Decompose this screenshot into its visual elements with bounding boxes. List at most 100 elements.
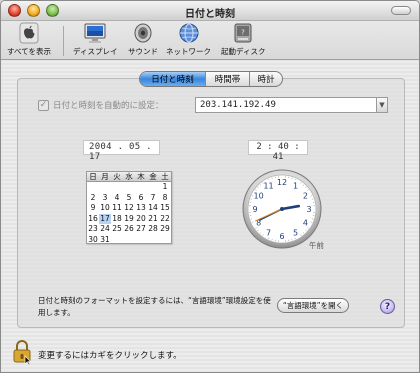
- clock-numeral: 1: [293, 182, 298, 191]
- calendar-day[interactable]: 31: [99, 235, 111, 246]
- auto-set-row: ✓ 日付と時刻を自動的に設定：: [38, 99, 164, 111]
- calendar-week-row: 16 17 18 19 20 21 22: [87, 213, 171, 225]
- display-icon: [83, 22, 107, 44]
- toolbar: すべてを表示 ディスプレイ サウンド ネットワーク ? 起動ディスク: [1, 21, 419, 60]
- tab-clock[interactable]: 時計: [249, 72, 282, 86]
- date-field[interactable]: 2004 . 05 . 17: [83, 140, 160, 162]
- help-button[interactable]: ?: [380, 299, 395, 314]
- calendar-day: [111, 182, 123, 193]
- server-dropdown-button[interactable]: ▼: [376, 97, 388, 113]
- calendar-week-row: 2345678: [87, 193, 171, 204]
- clock-numeral: 4: [303, 219, 308, 228]
- clock-numeral: 11: [263, 182, 273, 191]
- clock-numeral: 12: [277, 178, 287, 187]
- calendar-day[interactable]: 25: [111, 224, 123, 235]
- clock-numeral: 3: [306, 205, 311, 214]
- time-field[interactable]: 2 : 40 : 41: [248, 140, 308, 162]
- calendar-weekday: 火: [113, 172, 121, 181]
- tab-date-time[interactable]: 日付と時刻: [140, 72, 205, 86]
- calendar-day[interactable]: 23: [87, 224, 99, 235]
- calendar-day[interactable]: 22: [159, 214, 171, 225]
- calendar-weekday: 木: [137, 172, 145, 181]
- open-international-button[interactable]: “言語環境”を開く: [277, 298, 349, 313]
- calendar-day: [147, 235, 159, 246]
- calendar-weekday-header: 日月火水木金土: [87, 172, 171, 182]
- calendar-day[interactable]: 6: [135, 193, 147, 204]
- auto-set-label: 日付と時刻を自動的に設定：: [53, 101, 164, 111]
- calendar-day[interactable]: 7: [147, 193, 159, 204]
- calendar-day[interactable]: 10: [99, 203, 111, 214]
- calendar-day[interactable]: 18: [111, 214, 123, 225]
- tab-bar: 日付と時刻 時間帯 時計: [139, 71, 283, 87]
- calendar-week-row: 1: [87, 182, 171, 193]
- chevron-down-icon: ▼: [379, 101, 385, 109]
- calendar-day[interactable]: 8: [159, 193, 171, 204]
- calendar-day[interactable]: 9: [87, 203, 99, 214]
- calendar-day: [135, 235, 147, 246]
- apple-icon: [17, 22, 41, 44]
- calendar-day[interactable]: 16: [87, 214, 99, 225]
- clock-numeral: 7: [266, 228, 271, 237]
- calendar-weekday: 土: [161, 172, 169, 181]
- startup-disk-button[interactable]: ? 起動ディスク: [221, 22, 265, 57]
- analog-clock[interactable]: 1234567891011 12: [241, 168, 323, 250]
- sound-icon: [131, 22, 155, 44]
- calendar-day[interactable]: 4: [111, 193, 123, 204]
- calendar-day: [87, 182, 99, 193]
- calendar-day[interactable]: 5: [123, 193, 135, 204]
- startup-disk-icon: ?: [231, 22, 255, 44]
- calendar-day[interactable]: 3: [99, 193, 111, 204]
- am-pm-label: 午前: [309, 241, 324, 250]
- calendar-day[interactable]: 21: [147, 214, 159, 225]
- calendar-day: [147, 182, 159, 193]
- calendar-day[interactable]: 29: [159, 224, 171, 235]
- clock-numeral: 6: [279, 232, 284, 241]
- calendar-day[interactable]: 19: [123, 214, 135, 225]
- lock-icon[interactable]: [11, 339, 33, 365]
- lock-instruction: 変更するにはカギをクリックします。: [38, 351, 182, 361]
- calendar-day[interactable]: 14: [147, 203, 159, 214]
- tab-time-zone[interactable]: 時間帯: [205, 72, 249, 86]
- calendar[interactable]: 日月火水木金土 1 2 3 4 5 6 7 8 9 10 11 12 13 14 15 16 17 18 19 20 2…: [86, 171, 172, 244]
- calendar-weekday: 日: [89, 172, 97, 181]
- network-icon: [177, 22, 201, 44]
- calendar-weekday: 月: [101, 172, 109, 181]
- clock-numeral: 10: [254, 192, 264, 201]
- calendar-day[interactable]: 12: [123, 203, 135, 214]
- calendar-day[interactable]: 17: [99, 213, 111, 224]
- clock-center: [280, 207, 284, 211]
- calendar-day: [135, 182, 147, 193]
- calendar-day[interactable]: 2: [87, 193, 99, 204]
- toolbar-separator: [63, 26, 64, 56]
- toolbar-toggle-button[interactable]: [391, 6, 411, 15]
- calendar-day: [111, 235, 123, 246]
- title-bar: 日付と時刻: [1, 1, 419, 21]
- display-button[interactable]: ディスプレイ: [73, 22, 117, 57]
- calendar-day[interactable]: 28: [147, 224, 159, 235]
- window-title: 日付と時刻: [185, 9, 235, 20]
- clock-numeral: 5: [293, 228, 298, 237]
- calendar-day[interactable]: 30: [87, 235, 99, 246]
- calendar-day[interactable]: 20: [135, 214, 147, 225]
- clock-numeral: 2: [303, 192, 308, 201]
- calendar-day[interactable]: 26: [123, 224, 135, 235]
- calendar-day[interactable]: 27: [135, 224, 147, 235]
- calendar-day[interactable]: 15: [159, 203, 171, 214]
- network-button[interactable]: ネットワーク: [166, 22, 211, 57]
- auto-set-checkbox[interactable]: ✓: [38, 99, 49, 111]
- clock-numeral: 9: [252, 205, 257, 214]
- calendar-day[interactable]: 13: [135, 203, 147, 214]
- calendar-day[interactable]: 24: [99, 224, 111, 235]
- show-all-button[interactable]: すべてを表示: [7, 22, 51, 57]
- calendar-weekday: 水: [125, 172, 133, 181]
- time-server-field[interactable]: 203.141.192.49: [195, 97, 381, 113]
- preferences-window: 日付と時刻 すべてを表示 ディスプレイ サウンド ネットワーク ? 起動ディスク…: [0, 0, 420, 373]
- calendar-week-row: 9 10 11 12 13 14 15: [87, 203, 171, 214]
- sound-button[interactable]: サウンド: [128, 22, 158, 57]
- calendar-day[interactable]: 1: [159, 182, 171, 193]
- calendar-body: 1 2 3 4 5 6 7 8 9 10 11 12 13 14 15 16 17 18 19 20 21 22 23 24 2…: [87, 182, 171, 245]
- calendar-week-row: 30 31: [87, 235, 171, 246]
- calendar-day: [159, 235, 171, 246]
- calendar-day[interactable]: 11: [111, 203, 123, 214]
- calendar-weekday: 金: [149, 172, 157, 181]
